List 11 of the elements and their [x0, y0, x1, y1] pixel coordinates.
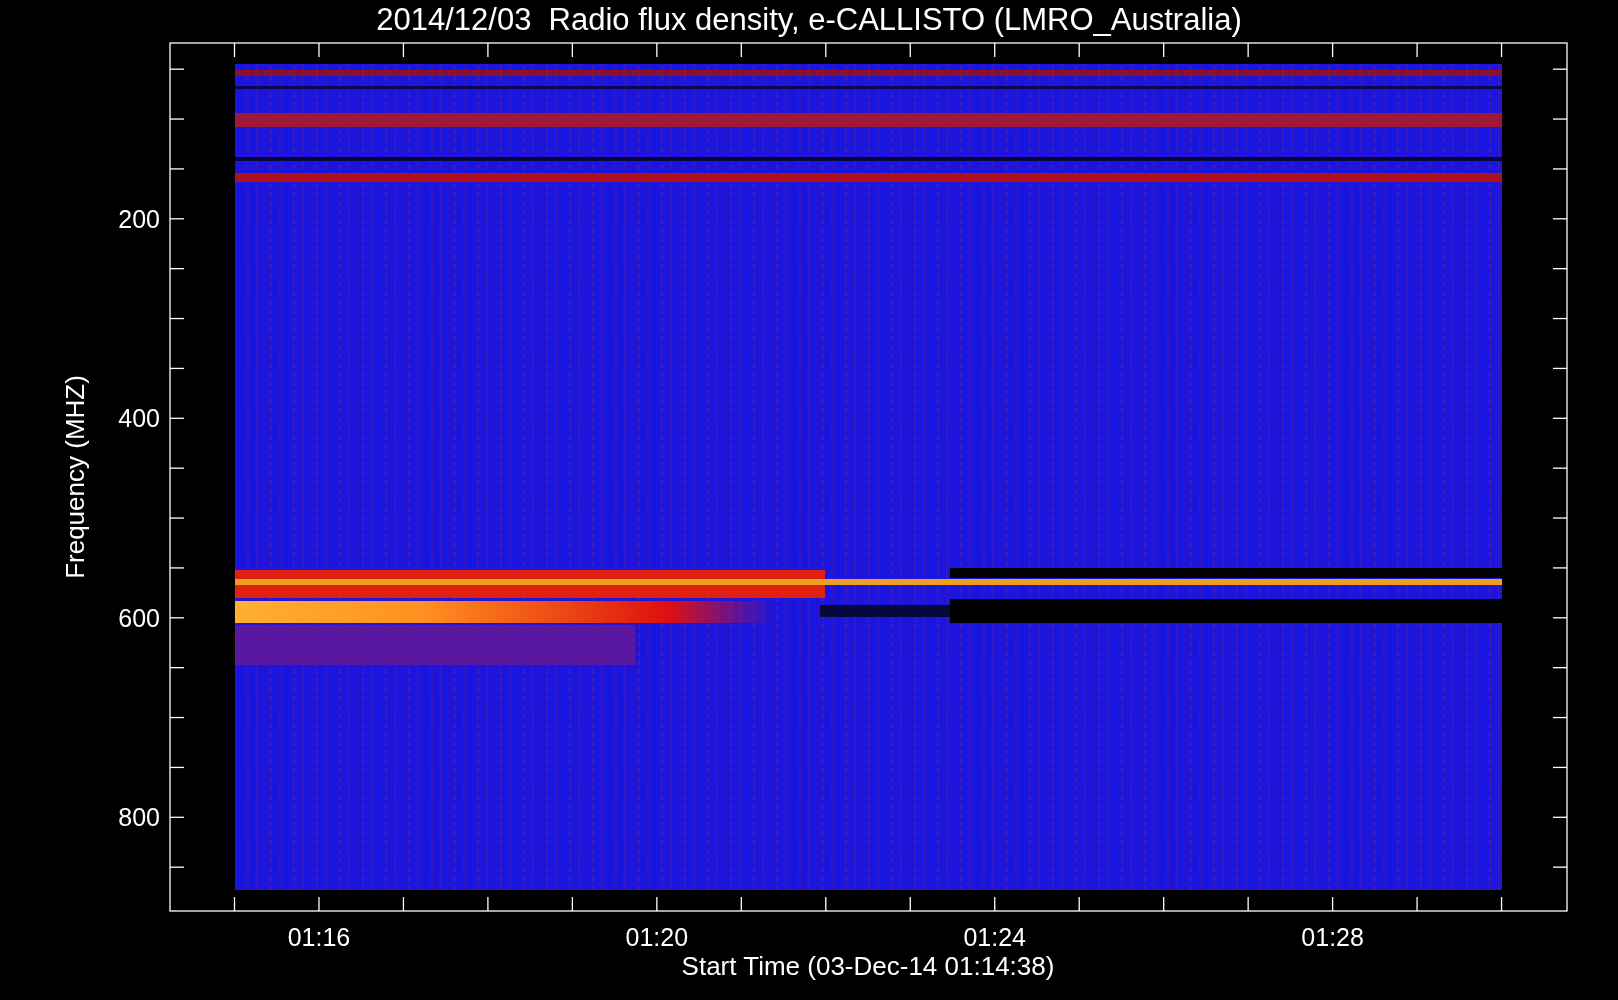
x-tick-label: 01:16	[287, 923, 351, 951]
x-tick-label: 01:20	[625, 923, 689, 951]
chart-title: 2014/12/03 Radio flux density, e-CALLISTO (LMRO_Australia)	[376, 2, 1242, 37]
x-axis-label: Start Time (03-Dec-14 01:14:38)	[681, 951, 1055, 981]
y-tick-label: 800	[118, 803, 160, 832]
x-tick-label: 01:28	[1301, 923, 1364, 951]
x-tick-label: 01:24	[963, 923, 1026, 951]
y-tick-label: 600	[118, 603, 160, 632]
y-tick-label: 200	[118, 204, 160, 233]
y-axis-label: Frequency (MHZ)	[60, 375, 90, 579]
y-tick-label: 400	[118, 404, 160, 433]
